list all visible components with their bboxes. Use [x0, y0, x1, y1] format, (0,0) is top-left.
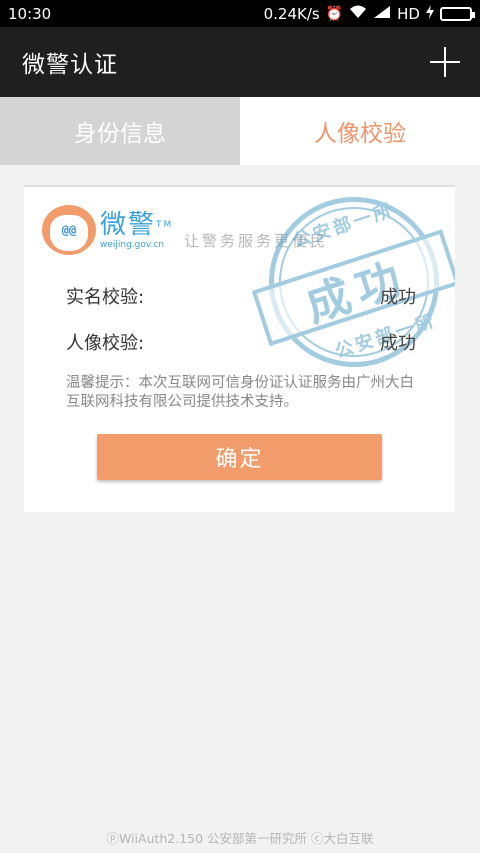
add-icon[interactable]: [430, 47, 460, 77]
status-right: 0.24K/s ⏰ HD: [263, 4, 475, 23]
logo-url: weijing.gov.cn: [100, 240, 165, 250]
logo-mascot-icon: @@: [42, 205, 96, 255]
tab-identity-info[interactable]: 身份信息: [0, 97, 240, 165]
realname-row: 实名校验: 成功: [66, 283, 416, 309]
logo-face: @@: [50, 215, 88, 251]
status-bar: 10:30 0.24K/s ⏰ HD: [0, 0, 480, 27]
status-time: 10:30: [8, 4, 52, 23]
battery-icon: [440, 6, 475, 21]
wifi-icon: [349, 5, 367, 23]
confirm-button[interactable]: 确定: [97, 434, 382, 480]
face-label: 人像校验:: [66, 333, 145, 354]
logo-name: 微警TM: [100, 210, 174, 240]
network-speed: 0.24K/s: [263, 4, 320, 23]
weijing-logo: @@ 微警TM weijing.gov.cn: [42, 205, 173, 255]
alarm-icon: ⏰: [325, 5, 344, 22]
network-type: HD: [397, 4, 420, 23]
realname-label: 实名校验:: [66, 287, 145, 308]
result-card: @@ 微警TM weijing.gov.cn 让警务服务更便民 公安部一所 成功…: [24, 185, 455, 512]
realname-value: 成功: [380, 287, 416, 308]
page-title: 微警认证: [22, 52, 118, 78]
face-row: 人像校验: 成功: [66, 329, 416, 355]
card-edge: [24, 507, 455, 515]
tab-face-verify[interactable]: 人像校验: [240, 97, 480, 165]
notice-text: 温馨提示：本次互联网可信身份证认证服务由广州大白互联网科技有限公司提供技术支持。: [66, 375, 414, 410]
charging-icon: [426, 4, 434, 23]
footer-text: ⓟWiiAuth2.150 公安部第一研究所 ⓒ大白互联: [106, 831, 374, 846]
title-bar: 微警认证: [0, 27, 480, 97]
signal-icon: [373, 5, 391, 23]
tab-bar: 身份信息 人像校验: [0, 97, 480, 165]
face-value: 成功: [380, 333, 416, 354]
